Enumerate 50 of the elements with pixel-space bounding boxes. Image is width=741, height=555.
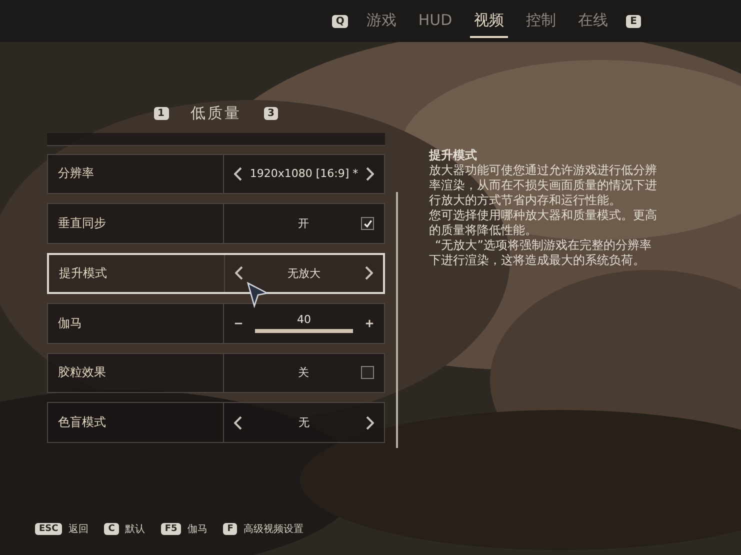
description-text: “无放大”选项将强制游戏在完整的分辨率下进行渲染，这将造成最大的系统负荷。 xyxy=(429,238,652,268)
key-hint: ESC xyxy=(35,523,62,535)
setting-value: 无 xyxy=(298,415,310,430)
footer-action[interactable]: 伽马 xyxy=(187,522,208,536)
chevron-right-icon[interactable] xyxy=(366,416,374,430)
checkbox[interactable] xyxy=(361,217,374,230)
mouse-pointer-icon xyxy=(247,282,269,308)
key-hint: F xyxy=(223,523,238,535)
chevron-left-icon[interactable] xyxy=(234,416,242,430)
setting-label: 伽马 xyxy=(48,304,224,343)
setting-label: 分辨率 xyxy=(48,154,224,194)
key-hint: F5 xyxy=(160,523,182,535)
setting-row[interactable]: 胶粒效果 关 xyxy=(47,352,385,394)
setting-label: 提升模式 xyxy=(49,255,225,292)
footer-action[interactable]: 默认 xyxy=(124,522,145,536)
setting-value: 无放大 xyxy=(286,266,322,281)
setting-row[interactable]: 提升模式 无放大 xyxy=(47,253,385,294)
preset-label: 低质量 xyxy=(190,104,242,123)
setting-value: 关 xyxy=(297,365,310,380)
footer-action[interactable]: 高级视频设置 xyxy=(243,522,304,536)
plus-icon[interactable] xyxy=(365,318,374,328)
tab[interactable]: HUD xyxy=(414,5,456,37)
key-hint: C xyxy=(104,523,119,535)
chevron-left-icon[interactable] xyxy=(235,266,243,280)
setting-row[interactable]: 分辨率 1920x1080 [16:9] * xyxy=(47,154,385,194)
tab[interactable]: 在线 xyxy=(574,4,612,38)
description-text: 放大器功能可使您通过允许游戏进行低分辨率渲染，从而在不损失画面质量的情况下进行放大的方式节省内存和运行性能。 xyxy=(429,163,658,208)
setting-value: 40 xyxy=(297,313,311,326)
setting-value: 1920x1080 [16:9] * xyxy=(248,167,360,180)
tab[interactable]: 游戏 xyxy=(362,4,400,38)
description-title: 提升模式 xyxy=(429,148,478,163)
chevron-right-icon[interactable] xyxy=(366,166,374,181)
key-hint: 3 xyxy=(264,107,278,120)
chevron-right-icon[interactable] xyxy=(365,266,373,280)
key-hint: E xyxy=(626,14,641,28)
setting-value: 开 xyxy=(297,216,310,232)
setting-row[interactable]: 色盲模式 无 xyxy=(47,402,385,443)
chevron-left-icon[interactable] xyxy=(234,166,242,181)
setting-row[interactable]: 伽马 40 xyxy=(47,302,385,344)
tab[interactable]: 控制 xyxy=(522,4,560,38)
setting-row[interactable]: 垂直同步 开 xyxy=(47,203,385,244)
setting-label: 色盲模式 xyxy=(48,403,224,442)
footer-action[interactable]: 返回 xyxy=(68,522,88,536)
setting-label: 胶粒效果 xyxy=(48,354,224,392)
description-text: 您可选择使用哪种放大器和质量模式。更高的质量将降低性能。 xyxy=(429,208,658,238)
key-hint: 1 xyxy=(154,107,168,120)
slider[interactable] xyxy=(255,329,353,334)
setting-label: 垂直同步 xyxy=(48,204,224,244)
tab[interactable]: 视频 xyxy=(470,4,508,38)
checkbox[interactable] xyxy=(361,366,374,380)
